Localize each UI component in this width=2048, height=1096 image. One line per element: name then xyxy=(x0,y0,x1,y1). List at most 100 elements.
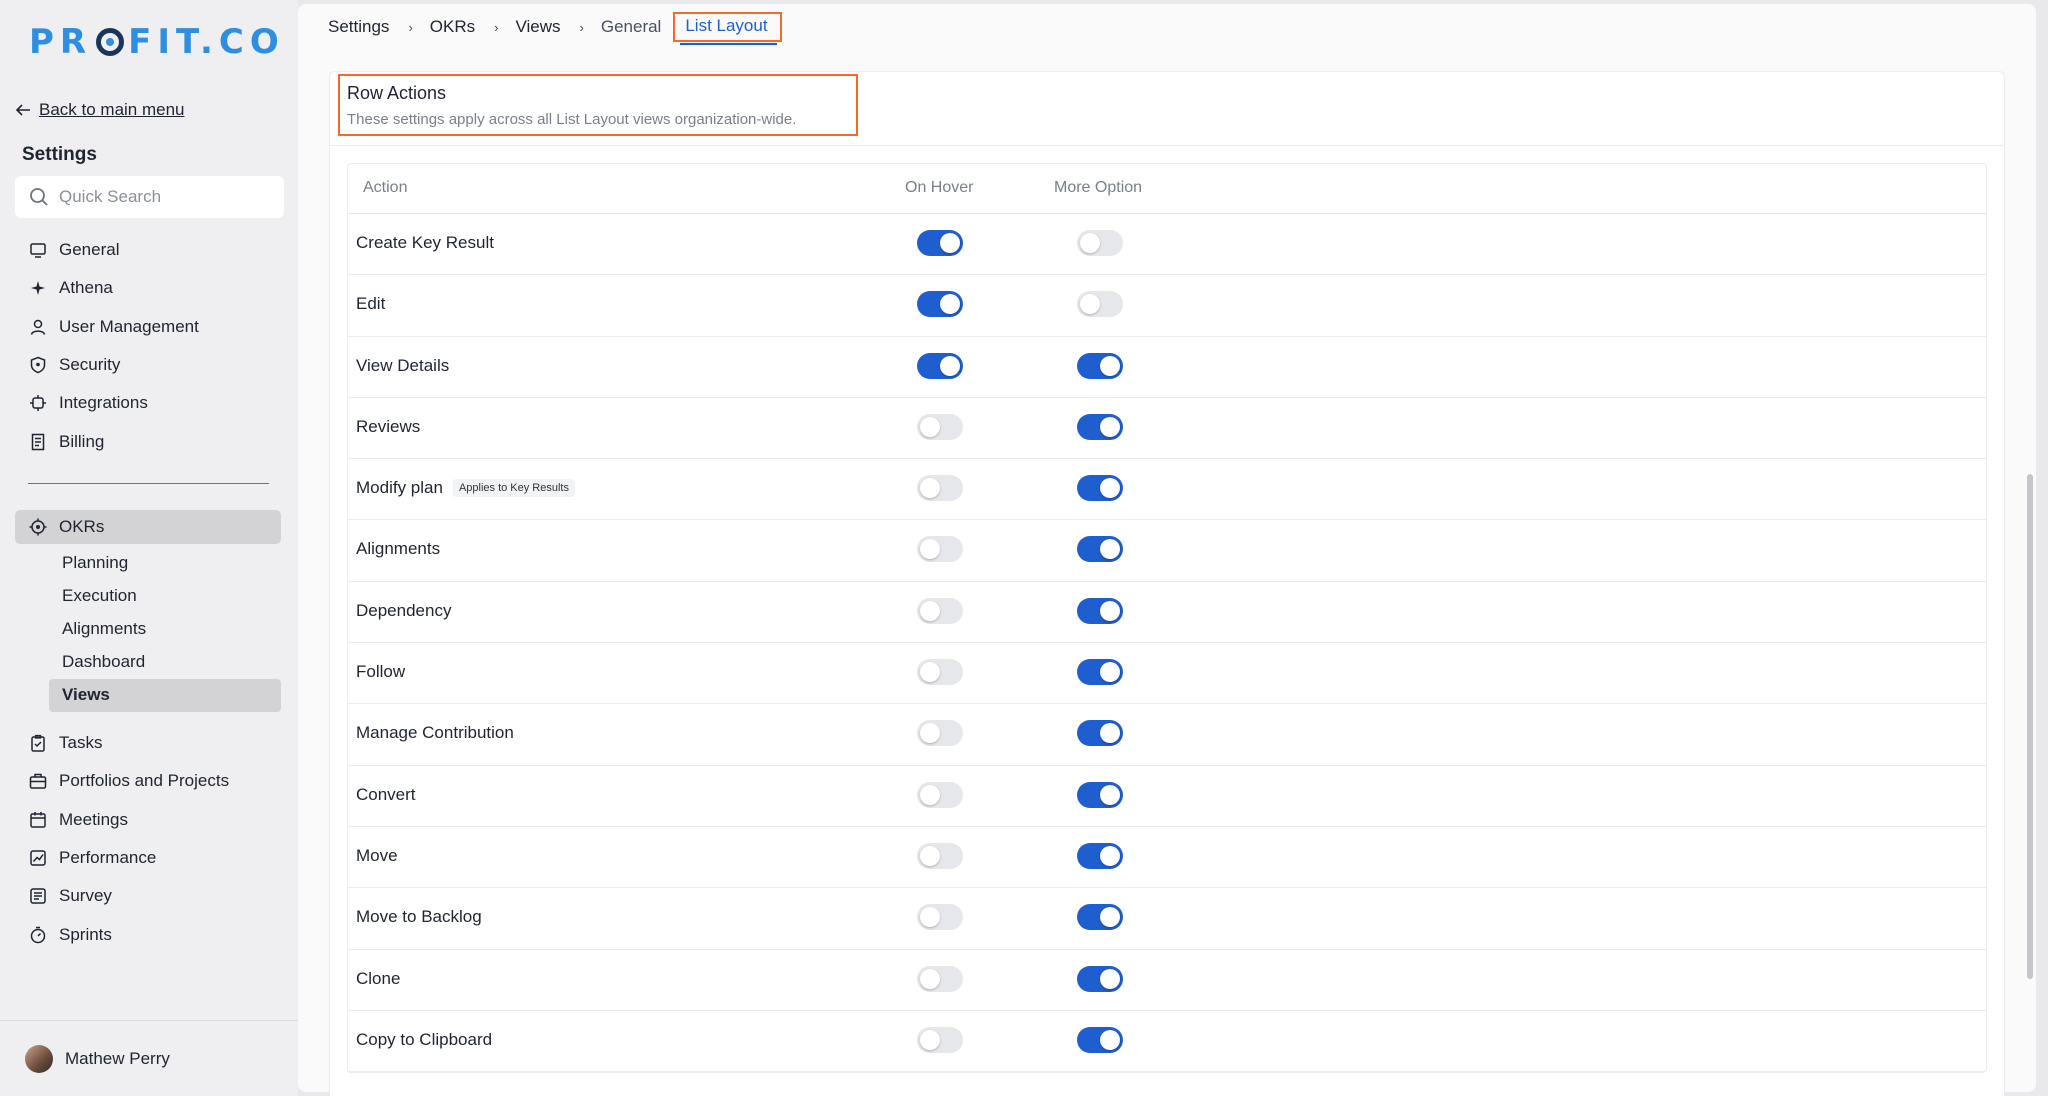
action-name: Move to Backlog xyxy=(356,907,482,927)
sidebar-item-performance[interactable]: Performance xyxy=(15,839,281,877)
sidebar-item-tasks[interactable]: Tasks xyxy=(15,724,281,762)
more-option-toggle[interactable] xyxy=(1077,413,1123,440)
table-row: Alignments xyxy=(348,520,1986,582)
toggle-knob xyxy=(1100,968,1120,989)
on-hover-toggle[interactable] xyxy=(917,1026,963,1053)
tab-general[interactable]: General xyxy=(601,17,661,37)
table-row: Move xyxy=(348,827,1986,889)
more-option-toggle[interactable] xyxy=(1077,597,1123,624)
on-hover-toggle[interactable] xyxy=(917,659,963,686)
subnav-item-execution[interactable]: Execution xyxy=(49,579,281,612)
toggle-knob xyxy=(1080,294,1100,315)
action-name: View Details xyxy=(356,355,450,375)
toggle-knob xyxy=(920,416,940,437)
sidebar-item-athena[interactable]: Athena xyxy=(15,269,281,307)
on-hover-toggle[interactable] xyxy=(917,842,963,869)
row-actions-header: Row Actions These settings apply across … xyxy=(338,74,858,136)
sidebar-item-survey[interactable]: Survey xyxy=(15,877,281,915)
sidebar-item-general[interactable]: General xyxy=(15,231,281,269)
on-hover-toggle[interactable] xyxy=(917,536,963,563)
sidebar-title: Settings xyxy=(22,144,97,165)
column-header-more-option: More Option xyxy=(1054,179,1143,196)
on-hover-toggle[interactable] xyxy=(917,904,963,931)
more-option-toggle[interactable] xyxy=(1077,842,1123,869)
more-option-toggle[interactable] xyxy=(1077,475,1123,502)
action-cell: Create Key Result xyxy=(356,233,494,253)
column-header-action: Action xyxy=(363,179,408,196)
more-option-toggle[interactable] xyxy=(1077,536,1123,563)
on-hover-toggle[interactable] xyxy=(917,965,963,992)
toggle-knob xyxy=(1100,539,1120,560)
okrs-subnav: Planning Execution Alignments Dashboard … xyxy=(49,546,281,712)
tab-list-layout[interactable]: List Layout xyxy=(673,12,782,45)
monitor-icon xyxy=(30,243,46,258)
sidebar-item-billing[interactable]: Billing xyxy=(15,422,281,460)
on-hover-toggle[interactable] xyxy=(917,230,963,256)
sidebar-item-security[interactable]: Security xyxy=(15,346,281,384)
subnav-item-planning[interactable]: Planning xyxy=(49,546,281,579)
sidebar-item-user-management[interactable]: User Management xyxy=(15,308,281,346)
logo-target-icon xyxy=(96,28,125,56)
quick-search-box[interactable] xyxy=(15,176,284,218)
subnav-item-views[interactable]: Views xyxy=(49,678,281,712)
toggle-knob xyxy=(1100,478,1120,499)
toggle-knob xyxy=(920,784,940,805)
quick-search-input[interactable] xyxy=(59,187,259,207)
sidebar-item-label: Performance xyxy=(59,848,157,868)
sidebar-item-label: Security xyxy=(59,355,121,375)
sidebar-item-label: Survey xyxy=(59,886,112,906)
breadcrumb-separator: › xyxy=(408,19,413,35)
more-option-toggle[interactable] xyxy=(1077,720,1123,747)
table-row: Reviews xyxy=(348,398,1986,460)
card-divider xyxy=(330,145,2004,146)
on-hover-toggle[interactable] xyxy=(917,597,963,624)
toggle-knob xyxy=(1100,416,1120,437)
more-option-toggle[interactable] xyxy=(1077,291,1123,318)
toggle-knob xyxy=(1100,907,1120,928)
sidebar-item-sprints[interactable]: Sprints xyxy=(15,915,281,953)
toggle-knob xyxy=(920,845,940,866)
user-profile[interactable]: Mathew Perry xyxy=(0,1020,298,1096)
scrollbar[interactable] xyxy=(2024,4,2036,1092)
breadcrumb-separator: › xyxy=(579,19,584,35)
on-hover-toggle[interactable] xyxy=(917,781,963,808)
toggle-knob xyxy=(1100,1029,1120,1050)
on-hover-toggle[interactable] xyxy=(917,720,963,747)
action-name: Dependency xyxy=(356,600,452,620)
action-name: Alignments xyxy=(356,539,441,559)
subnav-item-dashboard[interactable]: Dashboard xyxy=(49,646,281,679)
toggle-knob xyxy=(920,968,940,989)
sidebar-item-integrations[interactable]: Integrations xyxy=(15,384,281,422)
main-content: Settings › OKRs › Views › General List L… xyxy=(298,4,2036,1096)
more-option-toggle[interactable] xyxy=(1077,965,1123,992)
table-row: Move to Backlog xyxy=(348,888,1986,950)
scrollbar-thumb[interactable] xyxy=(2027,474,2033,979)
sidebar-item-label: Billing xyxy=(59,431,105,451)
subnav-item-alignments[interactable]: Alignments xyxy=(49,612,281,645)
settings-nav: General Athena User Management Security … xyxy=(15,231,281,461)
sidebar-item-portfolios-and-projects[interactable]: Portfolios and Projects xyxy=(15,762,281,800)
breadcrumb-views[interactable]: Views xyxy=(515,17,560,37)
back-to-main-menu-link[interactable]: Back to main menu xyxy=(16,100,185,120)
back-label: Back to main menu xyxy=(39,100,185,119)
on-hover-toggle[interactable] xyxy=(917,352,963,379)
action-name: Create Key Result xyxy=(356,233,494,252)
toggle-knob xyxy=(920,907,940,928)
toggle-knob xyxy=(920,662,940,683)
on-hover-toggle[interactable] xyxy=(917,291,963,318)
more-option-toggle[interactable] xyxy=(1077,230,1123,256)
sidebar-item-meetings[interactable]: Meetings xyxy=(15,801,281,839)
on-hover-toggle[interactable] xyxy=(917,413,963,440)
breadcrumb-settings[interactable]: Settings xyxy=(328,17,389,37)
sidebar-item-okrs[interactable]: OKRs xyxy=(15,510,281,544)
sidebar-item-label: OKRs xyxy=(59,517,105,536)
profit-co-logo[interactable]: PR FIT.CO xyxy=(29,22,285,62)
more-option-toggle[interactable] xyxy=(1077,781,1123,808)
breadcrumb-okrs[interactable]: OKRs xyxy=(430,17,475,37)
more-option-toggle[interactable] xyxy=(1077,352,1123,379)
more-option-toggle[interactable] xyxy=(1077,904,1123,931)
survey-icon xyxy=(30,888,46,905)
on-hover-toggle[interactable] xyxy=(917,475,963,502)
more-option-toggle[interactable] xyxy=(1077,659,1123,686)
more-option-toggle[interactable] xyxy=(1077,1026,1123,1053)
